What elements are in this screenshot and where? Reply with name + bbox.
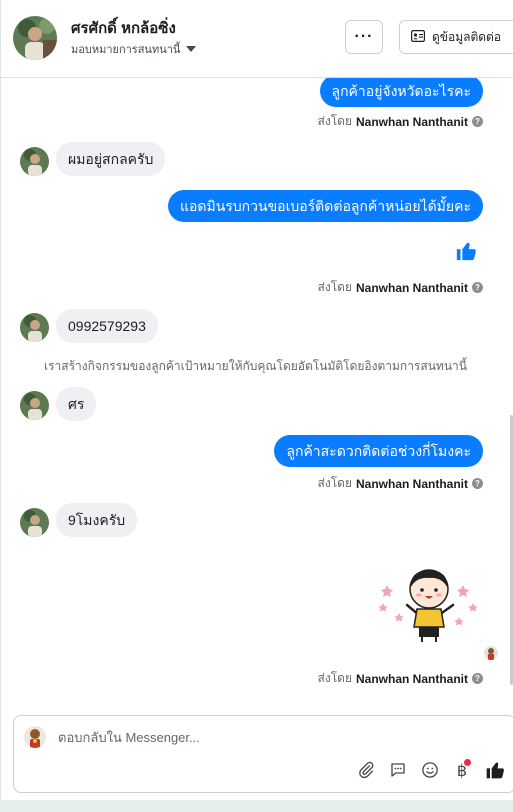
sent-by-label: ส่งโดย Nanwhan Nanthanit ?: [318, 474, 483, 493]
outgoing-message: ลูกค้าอยู่จังหวัดอะไรคะ: [319, 78, 483, 107]
speech-bubble-icon[interactable]: [386, 758, 410, 782]
info-icon[interactable]: ?: [472, 282, 483, 293]
incoming-message: ศร: [56, 387, 97, 421]
reply-input[interactable]: [58, 730, 498, 745]
more-options-label: ···: [354, 28, 374, 45]
smiley-icon[interactable]: [418, 758, 442, 782]
message-thread: ลูกค้าอยู่จังหวัดอะไรคะ ส่งโดย Nanwhan N…: [1, 78, 513, 708]
contact-avatar-small: [20, 508, 49, 537]
view-contact-button[interactable]: ดูข้อมูลติดต่อ: [399, 20, 513, 54]
contact-name: ศรศักดิ์ หกล้อซิ่ง: [71, 20, 176, 37]
sent-by-label: ส่งโดย Nanwhan Nanthanit ?: [318, 112, 483, 131]
contact-avatar-small: [20, 313, 49, 342]
like-icon[interactable]: [483, 758, 507, 782]
like-icon: [455, 240, 477, 267]
inbox-conversation-panel: ศรศักดิ์ หกล้อซิ่ง มอบหมายการสนทนานี้ ··…: [0, 0, 513, 800]
info-icon[interactable]: ?: [472, 673, 483, 684]
incoming-message: 0992579293: [56, 309, 158, 343]
assign-conversation-dropdown[interactable]: มอบหมายการสนทนานี้: [71, 40, 197, 58]
outgoing-message: แอดมินรบกวนขอเบอร์ติดต่อลูกค้าหน่อยได้มั…: [167, 190, 483, 222]
outgoing-message: ลูกค้าสะดวกติดต่อช่วงกี่โมงคะ: [274, 435, 483, 467]
contact-avatar-small: [20, 391, 49, 420]
incoming-message: 9โมงครับ: [56, 503, 138, 537]
caret-down-icon: [186, 46, 197, 52]
seen-avatar: [484, 646, 498, 660]
incoming-message: ผมอยู่สกลครับ: [56, 142, 166, 176]
baht-icon[interactable]: ฿: [450, 758, 474, 782]
girl-waving-sticker: [377, 563, 481, 648]
contact-card-icon: [411, 29, 426, 45]
paperclip-icon[interactable]: [354, 758, 378, 782]
reply-composer: ฿: [13, 715, 513, 793]
info-icon[interactable]: ?: [472, 478, 483, 489]
info-icon[interactable]: ?: [472, 116, 483, 127]
contact-avatar-small: [20, 147, 49, 176]
system-note: เราสร้างกิจกรรมของลูกค้าเป้าหมายให้กับคุ…: [44, 359, 467, 373]
sent-by-label: ส่งโดย Nanwhan Nanthanit ?: [318, 669, 483, 688]
page-avatar: [24, 726, 46, 748]
view-contact-label: ดูข้อมูลติดต่อ: [432, 29, 502, 44]
conversation-header: ศรศักดิ์ หกล้อซิ่ง มอบหมายการสนทนานี้ ··…: [1, 0, 513, 78]
notification-dot: [464, 759, 471, 766]
sent-by-label: ส่งโดย Nanwhan Nanthanit ?: [318, 278, 483, 297]
page-background: [0, 800, 513, 812]
more-options-button[interactable]: ···: [345, 20, 383, 54]
assign-label: มอบหมายการสนทนานี้: [71, 44, 181, 56]
contact-avatar[interactable]: [13, 16, 57, 60]
